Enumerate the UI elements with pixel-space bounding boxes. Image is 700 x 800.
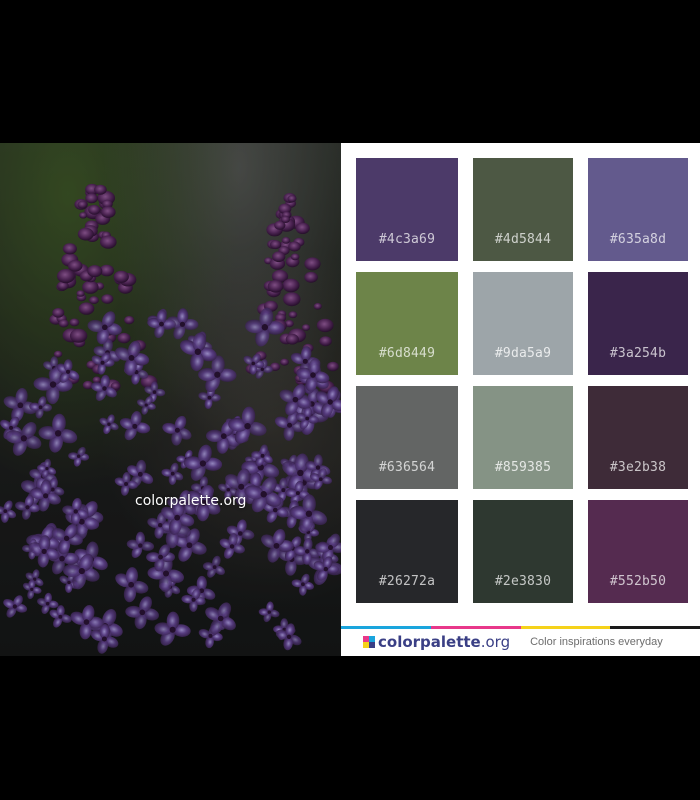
swatch-hex-label: #3a254b bbox=[609, 346, 667, 361]
swatch[interactable]: #26272a bbox=[356, 500, 458, 603]
swatch[interactable]: #4c3a69 bbox=[356, 158, 458, 261]
palette-card: colorpalette.org #4c3a69 #4d5844 #635a8d… bbox=[0, 143, 700, 656]
swatch[interactable]: #635a8d bbox=[588, 158, 688, 261]
swatch[interactable]: #636564 bbox=[356, 386, 458, 489]
swatch-grid: #4c3a69 #4d5844 #635a8d #6d8449 #9da5a9 … bbox=[356, 158, 688, 603]
brand-color-stripe bbox=[341, 626, 700, 629]
swatch-hex-label: #636564 bbox=[378, 460, 436, 475]
brand-name: colorpalette bbox=[378, 633, 481, 651]
screen: colorpalette.org #4c3a69 #4d5844 #635a8d… bbox=[0, 0, 700, 800]
swatch[interactable]: #3a254b bbox=[588, 272, 688, 375]
swatch[interactable]: #9da5a9 bbox=[473, 272, 573, 375]
colorpalette-logo-icon[interactable] bbox=[363, 636, 375, 648]
swatch-hex-label: #4d5844 bbox=[494, 232, 552, 247]
swatch-hex-label: #26272a bbox=[378, 574, 436, 589]
swatch-hex-label: #3e2b38 bbox=[609, 460, 667, 475]
lilac-flower-illustration bbox=[0, 143, 341, 656]
lilac-photo: colorpalette.org bbox=[0, 143, 341, 656]
swatch[interactable]: #859385 bbox=[473, 386, 573, 489]
swatch[interactable]: #4d5844 bbox=[473, 158, 573, 261]
stripe-segment bbox=[520, 626, 611, 629]
brand-link[interactable]: colorpalette.org bbox=[378, 633, 510, 651]
swatch-hex-label: #635a8d bbox=[609, 232, 667, 247]
stripe-segment bbox=[341, 626, 431, 629]
stripe-segment bbox=[610, 626, 700, 629]
palette-footer: colorpalette.org Color inspirations ever… bbox=[363, 631, 693, 653]
swatch[interactable]: #2e3830 bbox=[473, 500, 573, 603]
swatch[interactable]: #6d8449 bbox=[356, 272, 458, 375]
swatch-hex-label: #2e3830 bbox=[494, 574, 552, 589]
swatch-hex-label: #859385 bbox=[494, 460, 552, 475]
swatch[interactable]: #3e2b38 bbox=[588, 386, 688, 489]
swatch[interactable]: #552b50 bbox=[588, 500, 688, 603]
brand-tld: .org bbox=[480, 633, 511, 651]
swatch-hex-label: #6d8449 bbox=[378, 346, 436, 361]
palette-panel: #4c3a69 #4d5844 #635a8d #6d8449 #9da5a9 … bbox=[341, 143, 700, 656]
swatch-hex-label: #552b50 bbox=[609, 574, 667, 589]
brand-tagline: Color inspirations everyday bbox=[530, 636, 663, 648]
swatch-hex-label: #9da5a9 bbox=[494, 346, 552, 361]
logo-square bbox=[369, 642, 375, 648]
stripe-segment bbox=[430, 626, 521, 629]
swatch-hex-label: #4c3a69 bbox=[378, 232, 436, 247]
photo-watermark: colorpalette.org bbox=[135, 493, 247, 509]
